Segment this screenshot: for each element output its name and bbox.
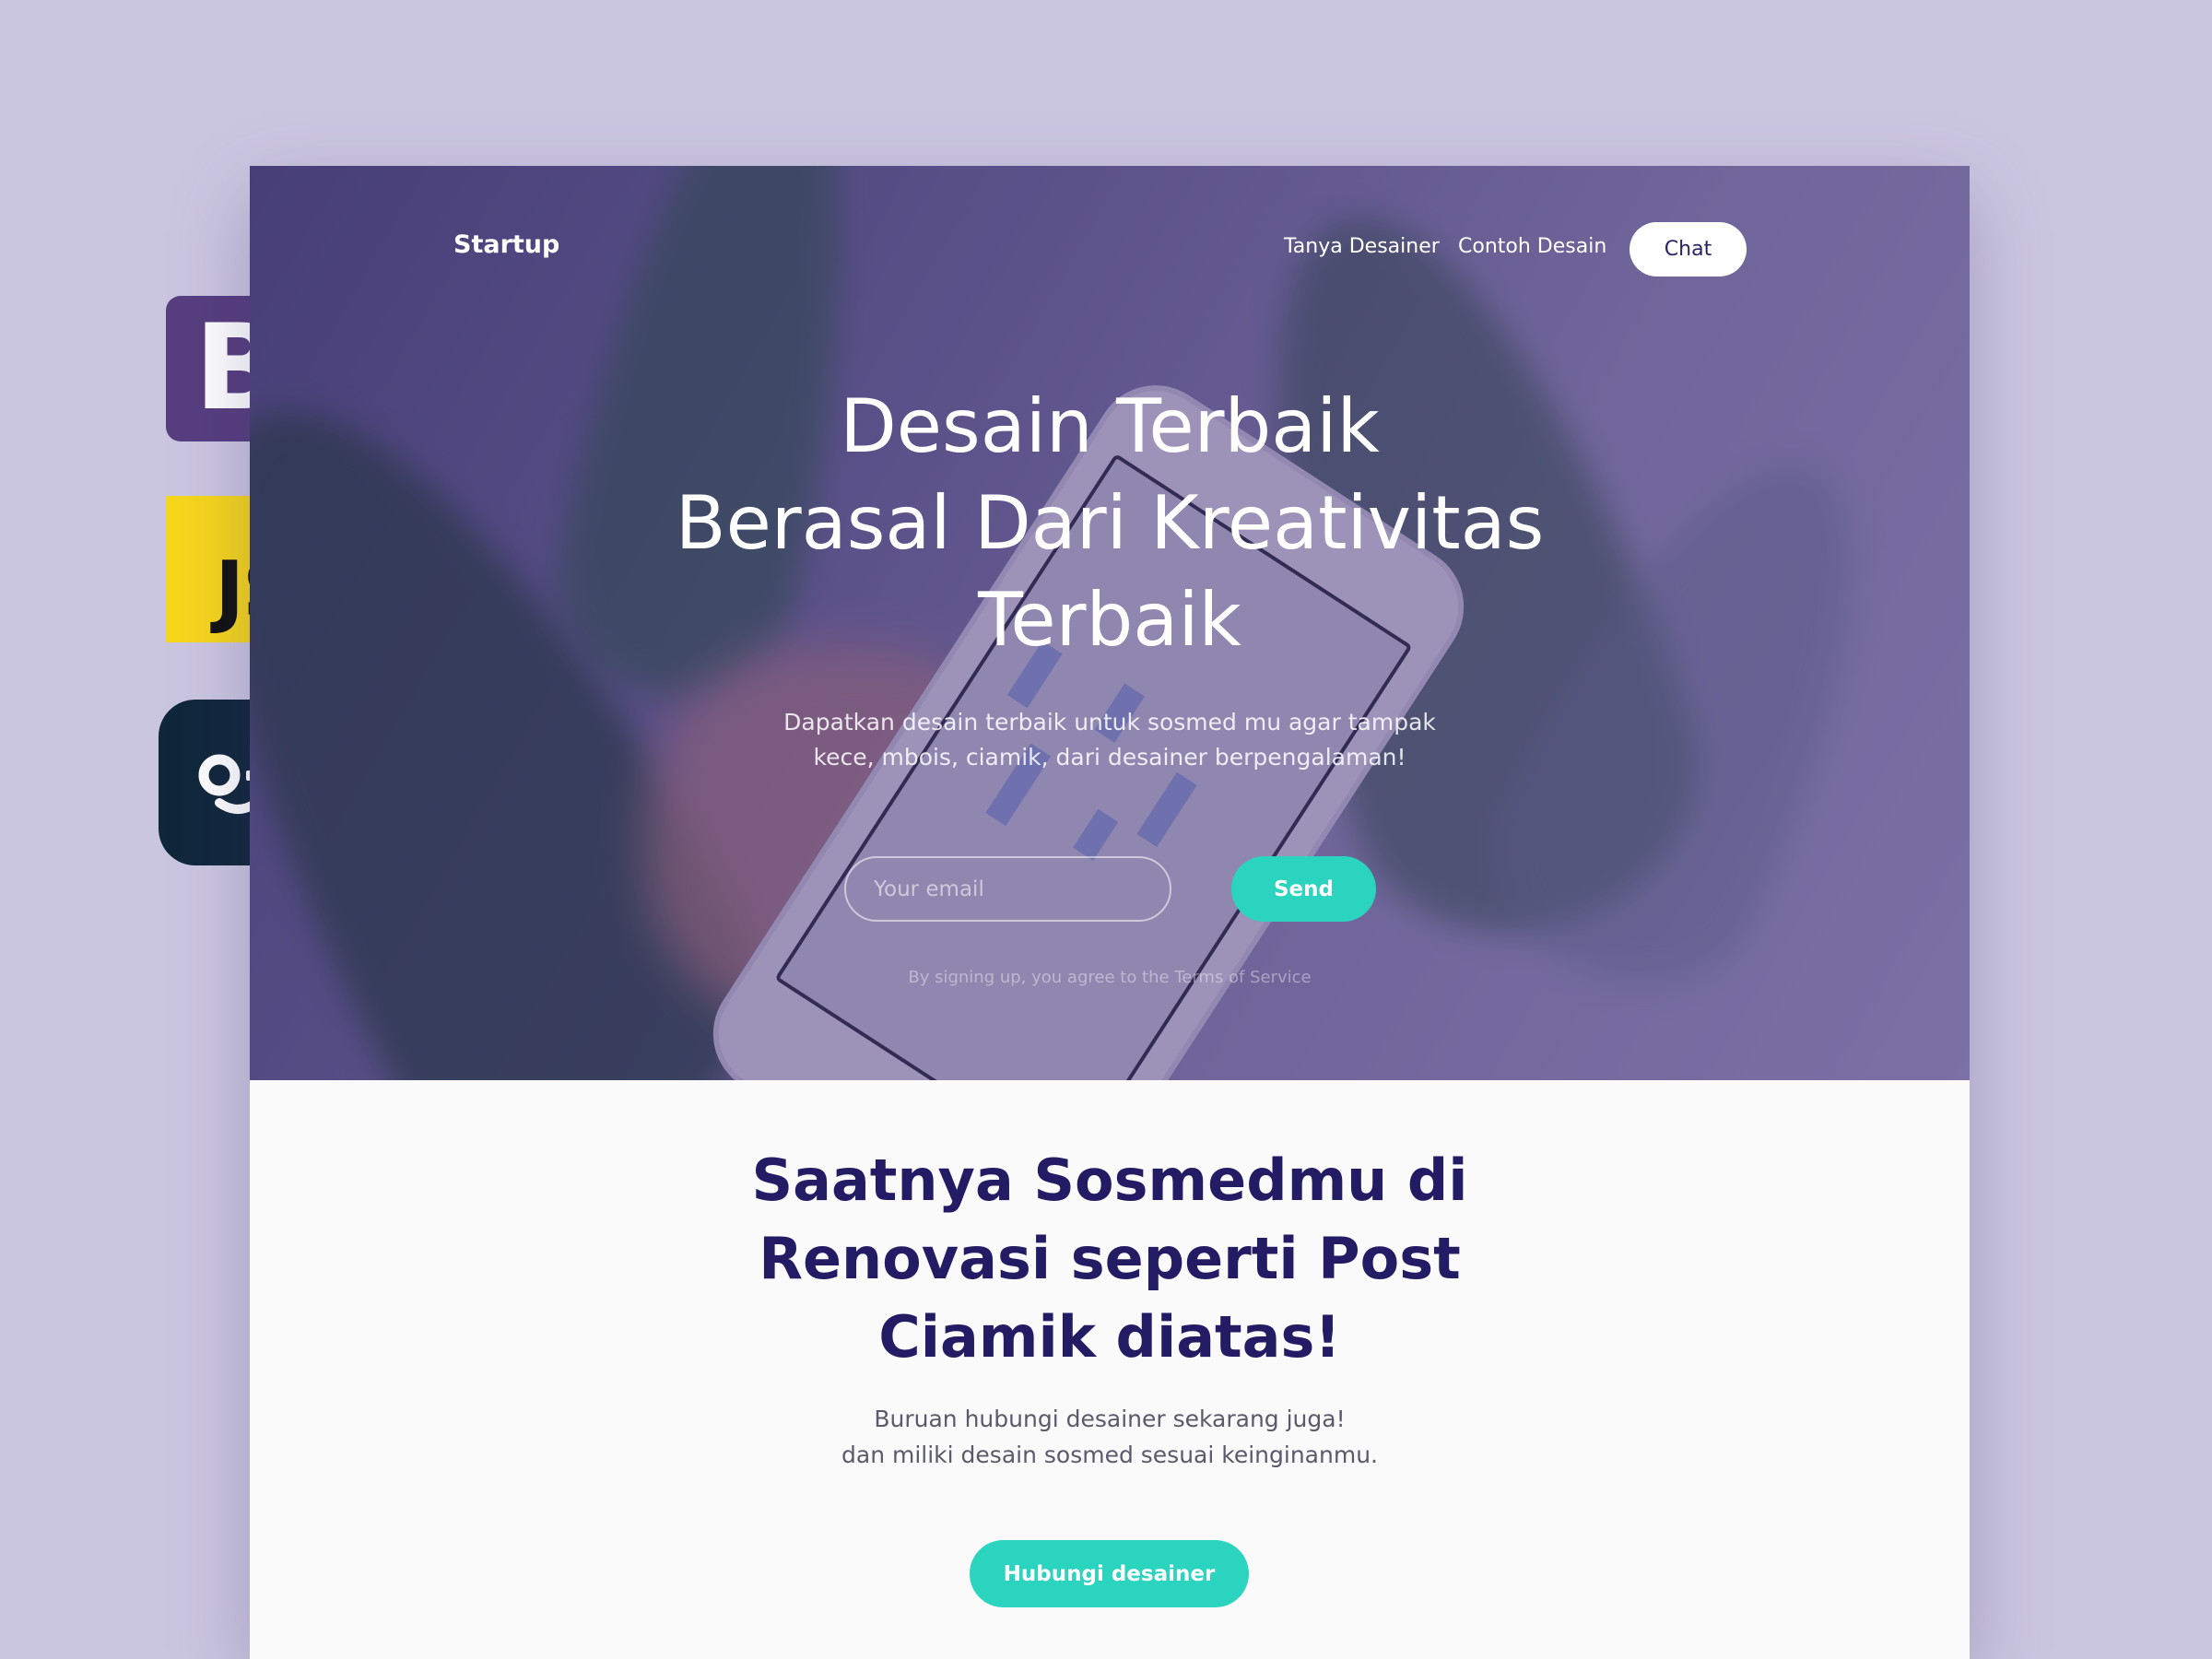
hero-subtitle-line: Dapatkan desain terbaik untuk sosmed mu … <box>783 709 1436 735</box>
hero-section: Startup Tanya Desainer Contoh Desain Cha… <box>250 166 1970 1080</box>
section-title-line: Saatnya Sosmedmu di <box>751 1147 1468 1214</box>
brand-logo[interactable]: Startup <box>453 230 559 259</box>
terms-text: By signing up, you agree to the Terms of… <box>908 968 1312 987</box>
section-subtitle: Buruan hubungi desainer sekarang juga! d… <box>741 1401 1478 1473</box>
hero-title-line: Berasal Dari Kreativitas <box>675 480 1545 566</box>
chat-button[interactable]: Chat <box>1630 222 1747 276</box>
section-title-line: Ciamik diatas! <box>878 1303 1341 1371</box>
hero-subtitle: Dapatkan desain terbaik untuk sosmed mu … <box>741 705 1478 775</box>
hero-title-line: Desain Terbaik <box>840 383 1380 469</box>
email-input[interactable] <box>844 856 1171 922</box>
hero-title: Desain Terbaik Berasal Dari Kreativitas … <box>557 378 1663 668</box>
section-title-line: Renovasi seperti Post <box>759 1225 1461 1292</box>
hubungi-desainer-button[interactable]: Hubungi desainer <box>970 1540 1249 1607</box>
section-subtitle-line: Buruan hubungi desainer sekarang juga! <box>874 1406 1346 1432</box>
section-subtitle-line: dan miliki desain sosmed sesuai keingina… <box>841 1441 1378 1468</box>
hero-title-line: Terbaik <box>978 577 1241 663</box>
send-button[interactable]: Send <box>1231 856 1376 922</box>
landing-page: Startup Tanya Desainer Contoh Desain Cha… <box>250 166 1970 1659</box>
nav-link-contoh-desain[interactable]: Contoh Desain <box>1458 235 1606 258</box>
nav-link-tanya-desainer[interactable]: Tanya Desainer <box>1284 235 1440 258</box>
hero-subtitle-line: kece, mbois, ciamik, dari desainer berpe… <box>813 744 1406 771</box>
section-title: Saatnya Sosmedmu di Renovasi seperti Pos… <box>603 1141 1617 1376</box>
